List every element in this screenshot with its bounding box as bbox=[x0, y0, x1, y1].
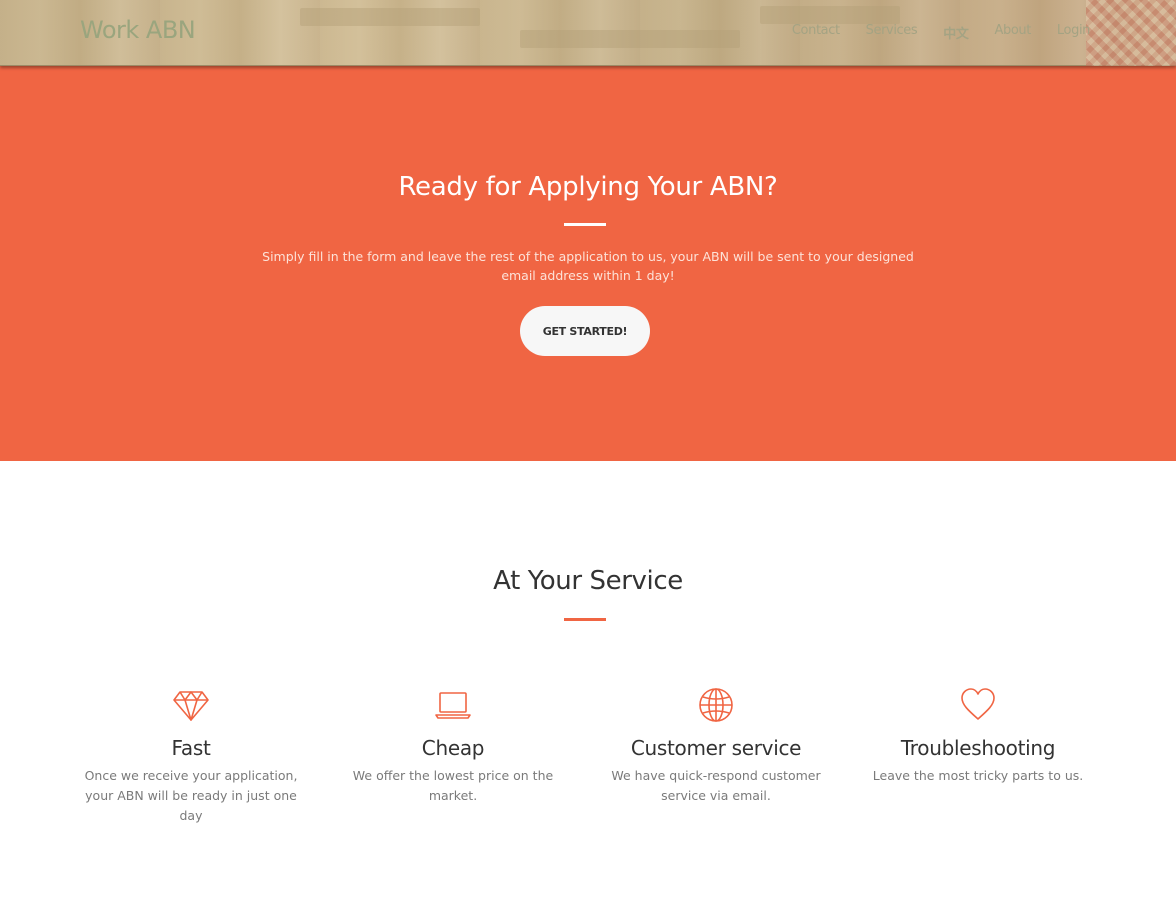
service-item-cheap: Cheap We offer the lowest price on the m… bbox=[328, 686, 578, 806]
service-name: Fast bbox=[171, 736, 211, 760]
globe-icon bbox=[699, 688, 733, 722]
service-desc: We have quick-respond customer service v… bbox=[611, 768, 821, 803]
nav-link-about[interactable]: About bbox=[994, 23, 1031, 42]
hero-title: Ready for Applying Your ABN? bbox=[398, 172, 778, 202]
nav-links: Contact Services 中文 About Login bbox=[766, 23, 1091, 42]
navbar-background-plank bbox=[300, 8, 480, 26]
service-name: Customer service bbox=[630, 736, 802, 760]
get-started-button[interactable]: GET STARTED! bbox=[520, 306, 650, 356]
navbar-background-plank bbox=[520, 30, 740, 48]
service-desc: We offer the lowest price on the market. bbox=[352, 768, 554, 803]
heart-icon bbox=[961, 688, 995, 720]
hero-text: Simply fill in the form and leave the re… bbox=[262, 249, 914, 283]
nav-link-login[interactable]: Login bbox=[1057, 23, 1090, 42]
nav-link-chinese[interactable]: 中文 bbox=[943, 23, 969, 42]
service-name: Cheap bbox=[421, 736, 485, 760]
service-item-customer-service: Customer service We have quick-respond c… bbox=[591, 686, 841, 806]
service-item-fast: Fast Once we receive your application, y… bbox=[66, 686, 316, 826]
service-name: Troubleshooting bbox=[900, 736, 1056, 760]
hero-section: Ready for Applying Your ABN? Simply fill… bbox=[0, 66, 1176, 461]
laptop-icon bbox=[435, 692, 471, 719]
navbar-background-cloth bbox=[1086, 0, 1176, 66]
service-desc: Leave the most tricky parts to us. bbox=[872, 768, 1084, 783]
services-divider bbox=[564, 618, 606, 621]
navbar: Work ABN Contact Services 中文 About Login bbox=[0, 0, 1176, 66]
navbar-background-plank bbox=[760, 6, 900, 24]
nav-link-contact[interactable]: Contact bbox=[792, 23, 840, 42]
service-desc: Once we receive your application, your A… bbox=[84, 768, 298, 823]
brand-logo[interactable]: Work ABN bbox=[80, 16, 196, 44]
diamond-icon bbox=[173, 691, 209, 721]
hero-divider bbox=[564, 223, 606, 226]
services-title: At Your Service bbox=[493, 566, 683, 596]
nav-link-services[interactable]: Services bbox=[866, 23, 918, 42]
service-item-troubleshooting: Troubleshooting Leave the most tricky pa… bbox=[853, 686, 1103, 786]
